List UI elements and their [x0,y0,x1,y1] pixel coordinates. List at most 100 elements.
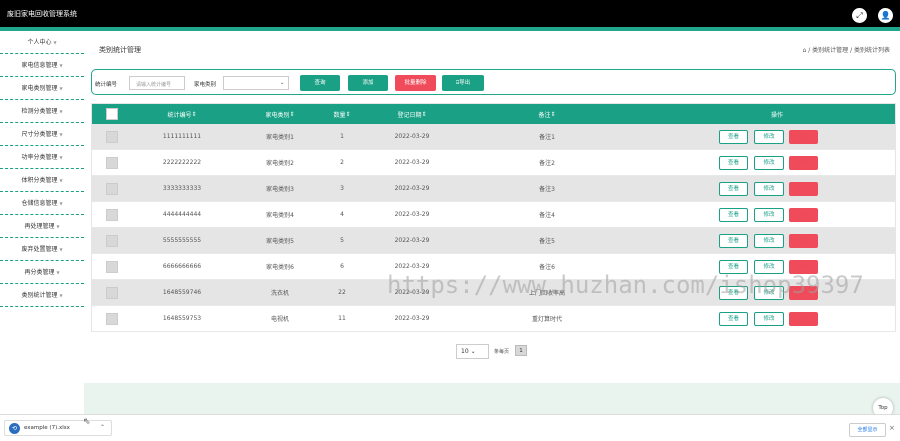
sort-icon: ⇕ [191,110,197,118]
show-all-button[interactable]: 全部显示 [849,423,886,437]
home-icon[interactable]: ⌂ [803,47,807,54]
page-number-current[interactable]: 1 [515,345,527,356]
cell-date: 2022-03-29 [394,237,430,244]
cell-type: 洗衣机 [270,290,289,297]
sidebar-item-appliance-info[interactable]: 家电信息管理 ▼ [0,54,84,77]
view-button[interactable]: 查看 [719,208,748,222]
header-date[interactable]: 登记日期 ⇕ [372,104,452,124]
edit-button[interactable]: 修改 [754,312,784,326]
sidebar-item-reprocess[interactable]: 再处理管理 ▼ [0,215,84,238]
delete-button[interactable]: 删除 [789,286,818,300]
edit-button[interactable]: 修改 [754,182,784,196]
add-button[interactable]: 添加 [348,75,388,91]
sidebar-item-disposal[interactable]: 废弃处置管理 ▼ [0,238,84,261]
expand-icon[interactable]: ⤢ [852,8,867,23]
download-item[interactable]: ⟲ example (7).xlsx ⌃ [4,420,112,436]
row-checkbox-cell [92,176,132,201]
view-button[interactable]: 查看 [719,130,748,144]
edit-button[interactable]: 修改 [754,260,784,274]
sidebar-item-inspection[interactable]: 检测分类管理 ▼ [0,100,84,123]
row-checkbox[interactable] [106,286,118,299]
edit-button[interactable]: 修改 [754,286,784,300]
header-checkbox-cell [92,104,132,124]
code-input[interactable]: 请输入统计编号 [129,76,185,90]
close-icon[interactable]: × [889,424,895,432]
row-checkbox[interactable] [106,130,118,143]
batch-delete-button[interactable]: 批量删除 [395,75,436,91]
header-qty[interactable]: 数量 ⇕ [322,104,362,124]
delete-button[interactable]: 删除 [789,260,818,274]
sidebar-item-appliance-type[interactable]: 家电类别管理 ▼ [0,77,84,100]
page-size-value: 10 [461,348,469,355]
cell-code: 5555555555 [162,237,202,244]
chevron-down-icon: ▼ [59,201,63,206]
row-checkbox[interactable] [106,156,118,169]
cell-date: 2022-03-29 [394,263,430,270]
chevron-down-icon: ▼ [59,63,63,68]
select-all-checkbox[interactable] [106,108,118,120]
query-button[interactable]: 查询 [300,75,340,91]
view-button[interactable]: 查看 [719,260,748,274]
export-button[interactable]: ⍈导出 [442,75,484,91]
cell-code: 1648559753 [162,315,202,322]
view-button[interactable]: 查看 [719,234,748,248]
delete-button[interactable]: 删除 [789,312,818,326]
cell-code: 1111111111 [162,133,202,140]
cell-type: 家电类别1 [266,134,294,141]
cell-qty: 4 [340,211,344,218]
row-checkbox[interactable] [106,260,118,273]
delete-button[interactable]: 删除 [789,156,818,170]
sidebar-item-power[interactable]: 功率分类管理 ▼ [0,146,84,169]
chevron-down-icon: ▼ [56,270,60,275]
edit-button[interactable]: 修改 [754,234,784,248]
sidebar-item-storage[interactable]: 仓储信息管理 ▼ [0,192,84,215]
chevron-up-icon[interactable]: ⌃ [100,424,105,431]
delete-button[interactable]: 删除 [789,234,818,248]
view-button[interactable]: 查看 [719,312,748,326]
cell-note: 备注1 [539,134,555,141]
row-checkbox[interactable] [106,234,118,247]
view-button[interactable]: 查看 [719,286,748,300]
cell-note: 重灯算时代 [531,316,562,323]
header-actions: 操作 [770,111,783,119]
delete-button[interactable]: 删除 [789,208,818,222]
table-row: 3333333333 家电类别3 3 2022-03-29 备注3 查看 修改 删除 [92,176,895,202]
sidebar-item-label: 功率分类管理 [21,154,58,161]
delete-button[interactable]: 删除 [789,182,818,196]
sidebar-item-label: 尺寸分类管理 [21,131,58,138]
sidebar-item-personal[interactable]: 个人中心 ▼ [0,31,84,54]
sidebar-item-volume[interactable]: 体积分类管理 ▼ [0,169,84,192]
edit-button[interactable]: 修改 [754,208,784,222]
header-type[interactable]: 家电类别 ⇕ [240,104,320,124]
row-checkbox[interactable] [106,182,118,195]
table-body: 1111111111 家电类别1 1 2022-03-29 备注1 查看 修改 删除 22222… [92,124,895,332]
edit-button[interactable]: 修改 [754,156,784,170]
sidebar-item-label: 废弃处置管理 [21,246,58,253]
view-button[interactable]: 查看 [719,156,748,170]
view-button[interactable]: 查看 [719,182,748,196]
sidebar-item-label: 再处理管理 [24,223,55,230]
cell-type: 家电类别6 [266,264,294,271]
row-checkbox[interactable] [106,312,118,325]
row-checkbox[interactable] [106,208,118,221]
type-select[interactable]: ⌄ [223,76,289,90]
header-label: 统计编号 [167,111,192,119]
header-code[interactable]: 统计编号 ⇕ [147,104,217,124]
sidebar-item-size[interactable]: 尺寸分类管理 ▼ [0,123,84,146]
sidebar-item-reclassify[interactable]: 再分类管理 ▼ [0,261,84,284]
cell-qty: 11 [338,315,346,322]
user-icon[interactable]: 👤 [878,8,893,23]
export-label: 导出 [459,80,471,86]
delete-button[interactable]: 删除 [789,130,818,144]
header-note[interactable]: 备注 ⇕ [492,104,602,124]
page-title: 类别统计管理 [99,46,141,54]
cell-code: 4444444444 [162,211,202,218]
sidebar-item-label: 再分类管理 [24,269,55,276]
table-row: 2222222222 家电类别2 2 2022-03-29 备注2 查看 修改 删除 [92,150,895,176]
page-size-select[interactable]: 10 ⌄ [456,344,489,359]
app-title: 废旧家电回收管理系统 [7,10,77,18]
sidebar-item-type-stats[interactable]: 类别统计管理 ▼ [0,284,84,307]
edit-button[interactable]: 修改 [754,130,784,144]
row-checkbox-cell [92,124,132,149]
table-header: 统计编号 ⇕ 家电类别 ⇕ 数量 ⇕ 登记日期 ⇕ 备注 ⇕ 操作 [92,104,895,124]
